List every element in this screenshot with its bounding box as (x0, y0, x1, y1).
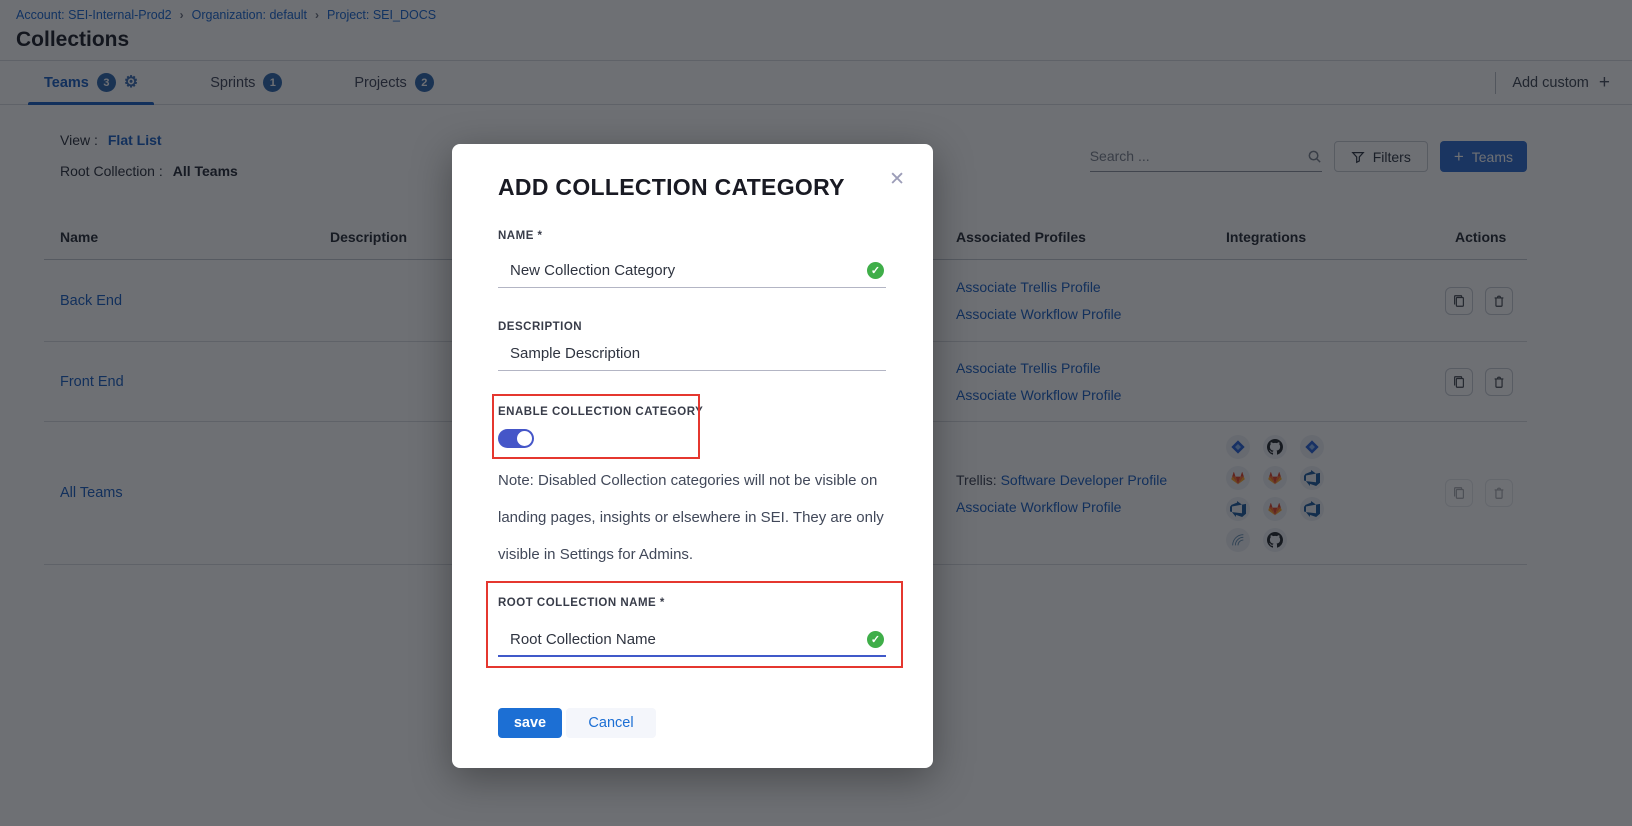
root-collection-name-field: ✓ (498, 623, 886, 657)
valid-check-icon: ✓ (867, 262, 884, 279)
root-collection-name-label: ROOT COLLECTION NAME * (498, 597, 665, 609)
enable-category-label: ENABLE COLLECTION CATEGORY (498, 406, 703, 418)
disabled-note-text: Note: Disabled Collection categories wil… (498, 462, 900, 573)
red-highlight-enable-toggle (492, 394, 700, 459)
enable-category-toggle[interactable] (498, 429, 534, 448)
save-button[interactable]: save (498, 708, 562, 738)
name-input[interactable] (498, 262, 867, 279)
name-field: ✓ (498, 254, 886, 288)
description-field-label: DESCRIPTION (498, 321, 582, 333)
cancel-button[interactable]: Cancel (566, 708, 656, 738)
toggle-knob (517, 431, 532, 446)
description-input[interactable] (498, 345, 886, 362)
close-icon[interactable]: ✕ (889, 168, 905, 191)
collections-page: Account: SEI-Internal-Prod2 › Organizati… (0, 0, 1632, 826)
add-collection-category-modal: ADD COLLECTION CATEGORY ✕ NAME * ✓ DESCR… (452, 144, 933, 768)
root-collection-name-input[interactable] (498, 631, 867, 648)
modal-title: ADD COLLECTION CATEGORY (498, 174, 845, 201)
description-field (498, 337, 886, 371)
valid-check-icon: ✓ (867, 631, 884, 648)
name-field-label: NAME * (498, 230, 543, 242)
